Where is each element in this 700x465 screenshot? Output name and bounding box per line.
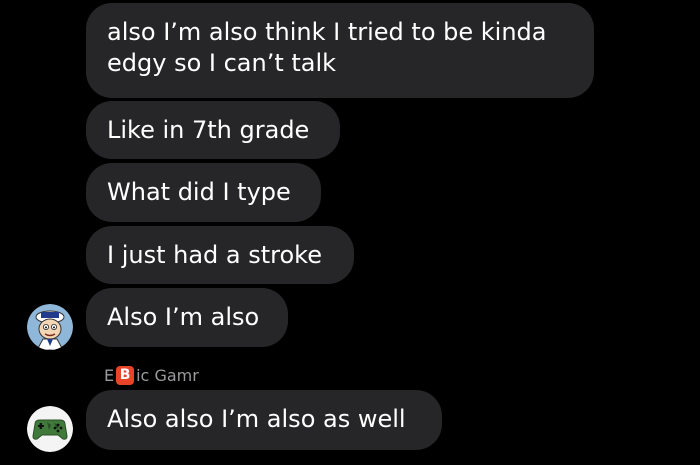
message-bubble[interactable]: I just had a stroke bbox=[86, 226, 354, 284]
sender-name-prefix: E bbox=[104, 365, 115, 385]
sender-name-suffix: ic Gamr bbox=[136, 365, 199, 385]
b-emoji-badge: B bbox=[116, 365, 135, 385]
game-controller-avatar-icon[interactable] bbox=[27, 406, 73, 452]
message-text: Also I’m also bbox=[107, 303, 260, 331]
message-bubble[interactable]: Also also I’m also as well bbox=[86, 390, 442, 450]
chat-thread: also I’m also think I tried to be kinda … bbox=[0, 0, 700, 465]
message-text: Also also I’m also as well bbox=[107, 405, 406, 433]
message-text: also I’m also think I tried to be kinda bbox=[107, 18, 547, 46]
sender-name: E B ic Gamr bbox=[104, 364, 199, 386]
cartoon-character-avatar-icon[interactable] bbox=[27, 304, 73, 350]
message-text: I just had a stroke bbox=[107, 241, 322, 269]
message-text: Like in 7th grade bbox=[107, 116, 310, 144]
message-text: edgy so I can’t talk bbox=[107, 49, 337, 77]
message-bubble[interactable]: also I’m also think I tried to be kinda … bbox=[86, 3, 594, 98]
message-text: What did I type bbox=[107, 178, 291, 206]
message-bubble[interactable]: Like in 7th grade bbox=[86, 101, 340, 159]
message-bubble[interactable]: Also I’m also bbox=[86, 288, 288, 347]
message-bubble[interactable]: What did I type bbox=[86, 163, 321, 222]
